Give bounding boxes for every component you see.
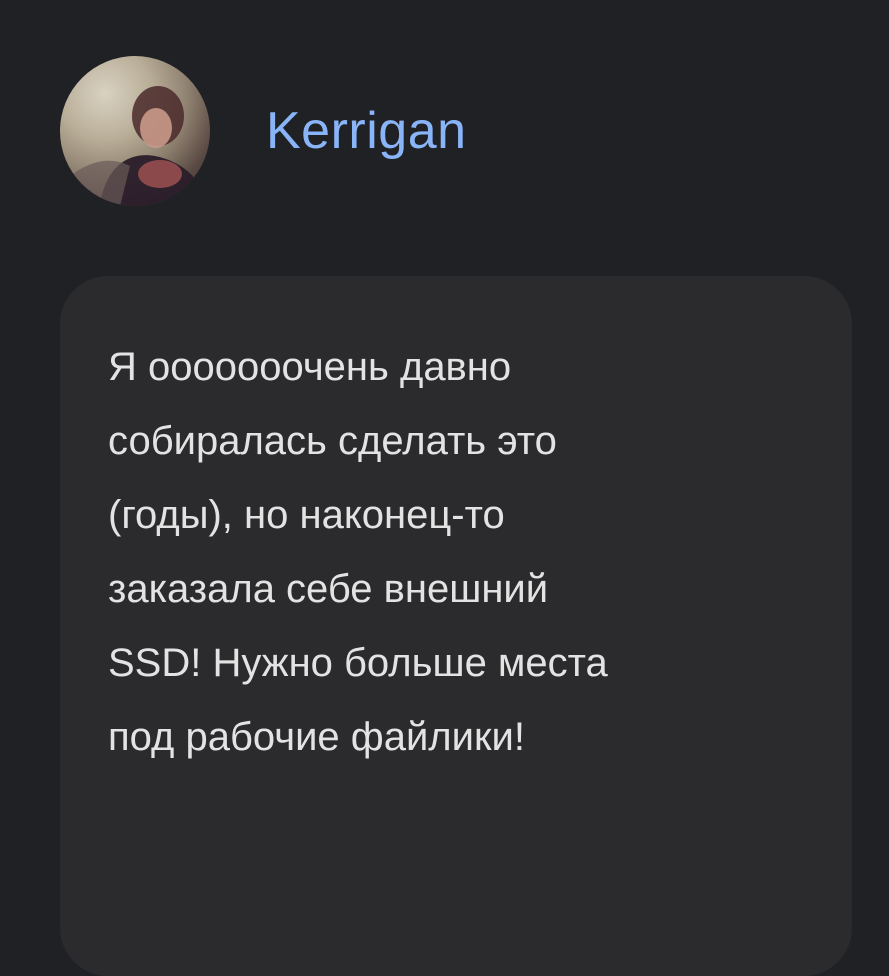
author-header: Kerrigan xyxy=(60,56,467,206)
avatar[interactable] xyxy=(60,56,210,206)
avatar-photo-icon xyxy=(60,86,210,206)
message-text: Я ооооооочень давно собиралась сделать э… xyxy=(108,345,608,759)
author-name[interactable]: Kerrigan xyxy=(266,101,467,161)
message-card: Я ооооооочень давно собиралась сделать э… xyxy=(60,276,852,976)
